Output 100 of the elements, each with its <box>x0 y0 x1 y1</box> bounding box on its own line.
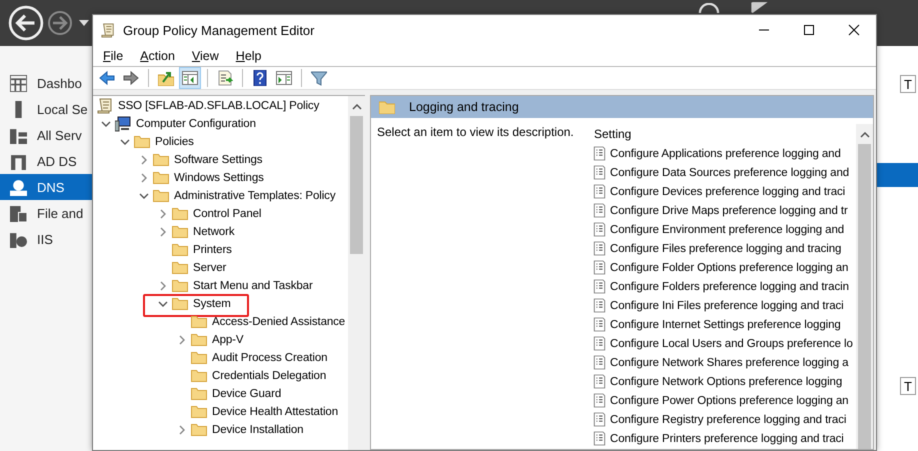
scroll-up-icon[interactable] <box>352 104 362 110</box>
tree-item[interactable]: Device Health Attestation <box>211 406 339 418</box>
folder-icon <box>191 350 207 366</box>
document-icon <box>593 431 606 446</box>
collapse-icon[interactable] <box>158 299 168 309</box>
highlight-bar <box>877 163 918 187</box>
expand-icon[interactable] <box>139 173 149 183</box>
tree-item[interactable]: Control Panel <box>192 208 262 220</box>
pane-button[interactable] <box>179 67 201 89</box>
dashboard-icon <box>10 74 27 92</box>
expand-icon[interactable] <box>158 209 168 219</box>
tree-item[interactable]: Computer Configuration <box>135 118 257 130</box>
tree-item[interactable]: Network <box>192 226 236 238</box>
setting-item[interactable]: Configure Registry preference logging and traci <box>610 414 846 426</box>
scrollbar[interactable] <box>856 124 873 449</box>
folder-icon <box>172 224 188 240</box>
setting-item[interactable]: Configure Devices preference logging and traci <box>610 186 846 198</box>
setting-item[interactable]: Configure Internet Settings preference logging <box>610 318 841 330</box>
scrollbar[interactable] <box>348 96 365 450</box>
collapse-icon[interactable] <box>139 191 149 201</box>
folder-icon <box>191 314 207 330</box>
close-icon[interactable] <box>848 24 860 36</box>
document-icon <box>593 146 606 161</box>
document-icon <box>593 355 606 370</box>
folder-icon <box>172 260 188 276</box>
setting-item[interactable]: Configure Files preference logging and tracing <box>610 242 842 254</box>
setting-item[interactable]: Configure Environment preference logging and <box>610 224 844 236</box>
setting-item[interactable]: Configure Printers preference logging and traci <box>610 432 844 444</box>
expand-icon[interactable] <box>158 281 168 291</box>
expand-icon[interactable] <box>139 155 149 165</box>
menu-item[interactable]: View <box>192 48 219 62</box>
tree-item[interactable]: Start Menu and Taskbar <box>192 280 314 292</box>
folder-icon <box>191 422 207 438</box>
collapse-icon[interactable] <box>101 119 111 129</box>
folder-icon <box>172 296 188 312</box>
document-icon <box>593 317 606 332</box>
collapse-icon[interactable] <box>120 137 130 147</box>
tree-item[interactable]: Device Installation <box>211 424 304 436</box>
flag-icon[interactable] <box>750 2 768 13</box>
setting-item[interactable]: Configure Folders preference logging and tracin <box>610 280 849 292</box>
refresh-icon[interactable] <box>696 3 722 13</box>
column-header[interactable]: Setting <box>589 124 856 144</box>
setting-item[interactable]: Configure Ini Files preference logging and traci <box>610 300 844 312</box>
window-title: Group Policy Management Editor <box>123 22 314 38</box>
computer-icon <box>115 116 131 132</box>
tree-item[interactable]: SSO [SFLAB-AD.SFLAB.LOCAL] Policy <box>117 100 320 112</box>
setting-item[interactable]: Configure Network Options preference logging <box>610 376 842 388</box>
sidebar-item[interactable]: AD DS <box>0 148 92 174</box>
document-icon <box>593 393 606 408</box>
tree-item[interactable]: Printers <box>192 244 233 256</box>
setting-item[interactable]: Configure Applications preference logging and <box>610 148 841 160</box>
menu-item[interactable]: Help <box>236 48 262 62</box>
scroll-icon <box>101 22 115 38</box>
folder-icon <box>153 188 169 204</box>
document-icon <box>593 203 606 218</box>
menu-item[interactable]: File <box>103 48 124 62</box>
tree-item[interactable]: Windows Settings <box>173 172 265 184</box>
tree-item[interactable]: Device Guard <box>211 388 282 400</box>
expand-icon[interactable] <box>177 335 187 345</box>
tree-item[interactable]: Policies <box>154 136 195 148</box>
tree-item[interactable]: Administrative Templates: Policy <box>173 190 336 202</box>
menu-item[interactable]: Action <box>140 48 175 62</box>
document-icon <box>593 279 606 294</box>
tree-item[interactable]: App-V <box>211 334 244 346</box>
tree-item[interactable]: System <box>192 298 232 310</box>
setting-item[interactable]: Configure Power Options preference logging an <box>610 394 848 406</box>
tree-item[interactable]: Software Settings <box>173 154 264 166</box>
setting-item[interactable]: Configure Local Users and Groups preference lo <box>610 338 853 350</box>
tab-button[interactable]: T <box>900 377 916 395</box>
expand-icon[interactable] <box>158 227 168 237</box>
sidebar-item[interactable]: File and <box>0 200 92 226</box>
document-icon <box>593 184 606 199</box>
sidebar-item[interactable]: DNS <box>0 174 92 200</box>
sidebar-item[interactable]: Dashbo <box>0 70 92 96</box>
tree-item[interactable]: Audit Process Creation <box>211 352 328 364</box>
folder-icon <box>191 404 207 420</box>
sidebar-item[interactable]: All Serv <box>0 122 92 148</box>
tree-item[interactable]: Access-Denied Assistance <box>211 316 346 328</box>
folder-icon <box>379 100 395 114</box>
setting-item[interactable]: Configure Drive Maps preference logging and tr <box>610 204 848 216</box>
tab-button[interactable]: T <box>900 75 916 93</box>
setting-item[interactable]: Configure Network Shares preference logging a <box>610 356 848 368</box>
scroll-icon <box>97 98 113 114</box>
folder-icon <box>172 242 188 258</box>
document-icon <box>593 412 606 427</box>
setting-item[interactable]: Configure Folder Options preference logging an <box>610 262 848 274</box>
sidebar-item[interactable]: IIS <box>0 226 92 252</box>
maximize-icon[interactable] <box>802 24 814 36</box>
expand-icon[interactable] <box>177 425 187 435</box>
sidebar-item[interactable]: Local Se <box>0 96 92 122</box>
back-icon[interactable] <box>8 5 44 41</box>
scroll-up-icon[interactable] <box>860 132 870 138</box>
caret-icon[interactable] <box>79 20 89 26</box>
tree-item[interactable]: Credentials Delegation <box>211 370 328 382</box>
forward-icon[interactable] <box>47 10 73 36</box>
tree-item[interactable]: Server <box>192 262 228 274</box>
setting-item[interactable]: Configure Data Sources preference logging and <box>610 166 850 178</box>
folder-icon <box>172 206 188 222</box>
folder-icon <box>134 134 150 150</box>
folder-icon <box>191 368 207 384</box>
